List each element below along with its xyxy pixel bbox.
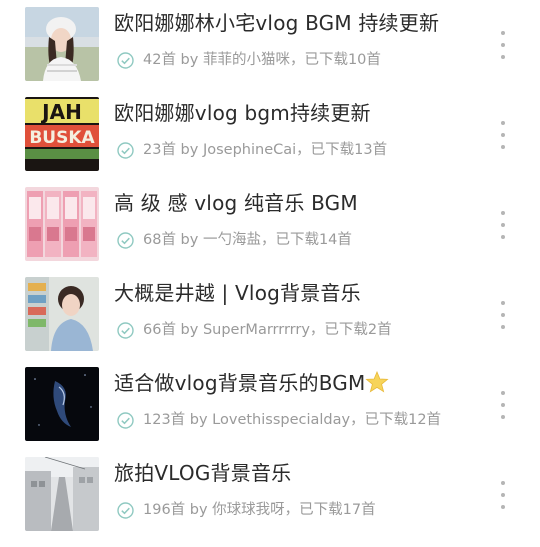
playlist-row[interactable]: 高 级 感 vlog 纯音乐 BGM 68首 by 一勺海盐，已下载14首 xyxy=(0,187,540,277)
playlist-row[interactable]: 旅拍VLOG背景音乐 196首 by 你球球我呀，已下载17首 xyxy=(0,457,540,547)
pink-vending-machines-cover xyxy=(25,187,99,261)
playlist-meta: 23首 by JosephineCai，已下载13首 xyxy=(143,142,388,158)
more-options-button[interactable] xyxy=(492,297,514,333)
playlist-title: 大概是井越 | Vlog背景音乐 xyxy=(114,281,361,305)
playlist-meta: 123首 by Lovethisspecialday，已下载12首 xyxy=(143,412,442,428)
more-options-button[interactable] xyxy=(492,117,514,153)
star-icon xyxy=(365,371,390,393)
more-options-button[interactable] xyxy=(492,27,514,63)
playlist-row[interactable]: 适合做vlog背景音乐的BGM 123首 by Lovethisspeciald… xyxy=(0,367,540,457)
playlist-title: 高 级 感 vlog 纯音乐 BGM xyxy=(114,191,358,215)
downloaded-check-icon xyxy=(117,231,134,249)
playlist-cover-image xyxy=(25,7,99,81)
svg-text:JAH: JAH xyxy=(40,100,82,124)
playlist-title: 适合做vlog背景音乐的BGM xyxy=(114,369,390,397)
playlist-subtitle-line: 196首 by 你球球我呀，已下载17首 xyxy=(117,499,376,521)
playlist-row[interactable]: 欧阳娜娜林小宅vlog BGM 持续更新 42首 by 菲菲的小猫咪，已下载10… xyxy=(0,7,540,97)
night-silhouette-cover xyxy=(25,367,99,441)
more-options-button[interactable] xyxy=(492,387,514,423)
playlist-row[interactable]: JAH BUSKA 欧阳娜娜vlog bgm持续更新 23首 by Joseph… xyxy=(0,97,540,187)
playlist-cover-image xyxy=(25,187,99,261)
girl-portrait-cover xyxy=(25,7,99,81)
playlist-meta: 66首 by SuperMarrrrrry，已下载2首 xyxy=(143,322,392,338)
playlist-subtitle-line: 123首 by Lovethisspecialday，已下载12首 xyxy=(117,409,441,431)
playlist-subtitle-line: 23首 by JosephineCai，已下载13首 xyxy=(117,139,387,161)
playlist-subtitle-line: 68首 by 一勺海盐，已下载14首 xyxy=(117,229,352,251)
more-options-button[interactable] xyxy=(492,477,514,513)
downloaded-check-icon xyxy=(117,321,134,339)
downloaded-check-icon xyxy=(117,51,134,69)
street-scene-cover xyxy=(25,457,99,531)
svg-text:BUSKA: BUSKA xyxy=(29,128,95,148)
playlist-meta: 42首 by 菲菲的小猫咪，已下载10首 xyxy=(143,52,381,68)
downloaded-check-icon xyxy=(117,141,134,159)
playlist-title-text: 适合做vlog背景音乐的BGM xyxy=(114,371,366,395)
downloaded-check-icon xyxy=(117,411,134,429)
playlist-list: 欧阳娜娜林小宅vlog BGM 持续更新 42首 by 菲菲的小猫咪，已下载10… xyxy=(0,0,540,531)
playlist-title: 欧阳娜娜vlog bgm持续更新 xyxy=(114,101,371,125)
playlist-meta: 68首 by 一勺海盐，已下载14首 xyxy=(143,232,352,248)
playlist-subtitle-line: 66首 by SuperMarrrrrry，已下载2首 xyxy=(117,319,392,341)
playlist-title: 欧阳娜娜林小宅vlog BGM 持续更新 xyxy=(114,11,440,35)
jah-buska-cover: JAH BUSKA xyxy=(25,97,99,171)
playlist-cover-image xyxy=(25,367,99,441)
playlist-title: 旅拍VLOG背景音乐 xyxy=(114,461,292,485)
girl-at-vending-machine-cover xyxy=(25,277,99,351)
more-options-button[interactable] xyxy=(492,207,514,243)
playlist-cover-image: JAH BUSKA xyxy=(25,97,99,171)
playlist-cover-image xyxy=(25,457,99,531)
downloaded-check-icon xyxy=(117,501,134,519)
playlist-row[interactable]: 大概是井越 | Vlog背景音乐 66首 by SuperMarrrrrry，已… xyxy=(0,277,540,367)
playlist-cover-image xyxy=(25,277,99,351)
playlist-subtitle-line: 42首 by 菲菲的小猫咪，已下载10首 xyxy=(117,49,381,71)
playlist-meta: 196首 by 你球球我呀，已下载17首 xyxy=(143,502,376,518)
